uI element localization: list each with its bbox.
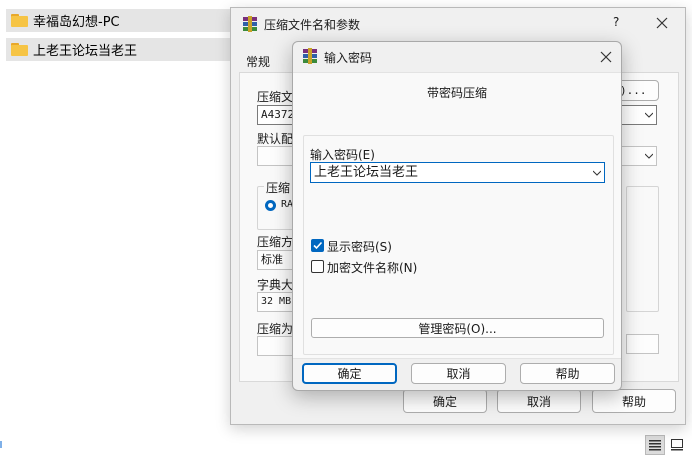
- dictionary-combo[interactable]: 32 MB: [257, 292, 297, 312]
- show-password-checkbox[interactable]: [311, 239, 324, 252]
- selection-marker: [0, 441, 2, 448]
- manage-passwords-button[interactable]: 管理密码(O)...: [311, 318, 604, 338]
- help-question-button[interactable]: ?: [613, 15, 619, 29]
- right-field[interactable]: [626, 334, 659, 354]
- password-dialog: 输入密码 带密码压缩 输入密码(E) 上老王论坛当老王 显示密码(S) 加密文件…: [292, 41, 622, 391]
- tiles-view-icon: [671, 439, 683, 451]
- folder-label: 上老王论坛当老王: [33, 44, 138, 59]
- split-combo[interactable]: [257, 336, 297, 356]
- tab-general[interactable]: 常规: [246, 53, 270, 70]
- winrar-icon: [242, 16, 258, 32]
- encrypt-names-label: 加密文件名称(N): [327, 261, 418, 275]
- profile-label: 默认配: [257, 132, 294, 146]
- encrypt-names-checkbox[interactable]: [311, 260, 324, 273]
- dialog-subtitle: 带密码压缩: [426, 86, 487, 100]
- split-label: 压缩为: [257, 322, 294, 336]
- show-password-label: 显示密码(S): [327, 240, 392, 254]
- folder-icon: [11, 14, 28, 27]
- dialog-title: 输入密码: [324, 51, 373, 65]
- method-combo[interactable]: 标准: [257, 250, 297, 270]
- archive-name-label: 压缩文: [257, 90, 294, 104]
- ok-button[interactable]: 确定: [403, 389, 487, 413]
- format-group-label: 压缩: [264, 179, 293, 196]
- help-button[interactable]: 帮助: [520, 363, 615, 384]
- folder-icon: [11, 43, 28, 56]
- options-group: [626, 186, 659, 312]
- cancel-button[interactable]: 取消: [497, 389, 581, 413]
- folder-label: 幸福岛幻想-PC: [33, 15, 120, 30]
- dictionary-label: 字典大: [257, 278, 294, 292]
- thumbnail-view-button[interactable]: [667, 435, 687, 455]
- chevron-down-icon: [645, 153, 653, 159]
- check-icon: [313, 241, 323, 250]
- method-label: 压缩方: [257, 235, 294, 249]
- chevron-down-icon: [645, 112, 653, 118]
- chevron-down-icon: [593, 170, 601, 176]
- close-icon[interactable]: [656, 17, 668, 29]
- ok-button[interactable]: 确定: [302, 363, 397, 384]
- password-label: 输入密码(E): [310, 148, 375, 162]
- list-item[interactable]: 幸福岛幻想-PC: [6, 9, 232, 32]
- list-item[interactable]: 上老王论坛当老王: [6, 38, 232, 61]
- help-button[interactable]: 帮助: [592, 389, 676, 413]
- cancel-button[interactable]: 取消: [411, 363, 506, 384]
- winrar-icon: [302, 48, 318, 64]
- details-view-button[interactable]: [645, 435, 665, 455]
- radio-selected-icon[interactable]: [264, 199, 277, 212]
- title-bar: 压缩文件名和参数 ?: [231, 8, 685, 38]
- password-input[interactable]: 上老王论坛当老王: [310, 162, 605, 183]
- close-icon[interactable]: [600, 51, 612, 63]
- list-view-icon: [649, 440, 661, 451]
- dialog-title: 压缩文件名和参数: [264, 18, 361, 32]
